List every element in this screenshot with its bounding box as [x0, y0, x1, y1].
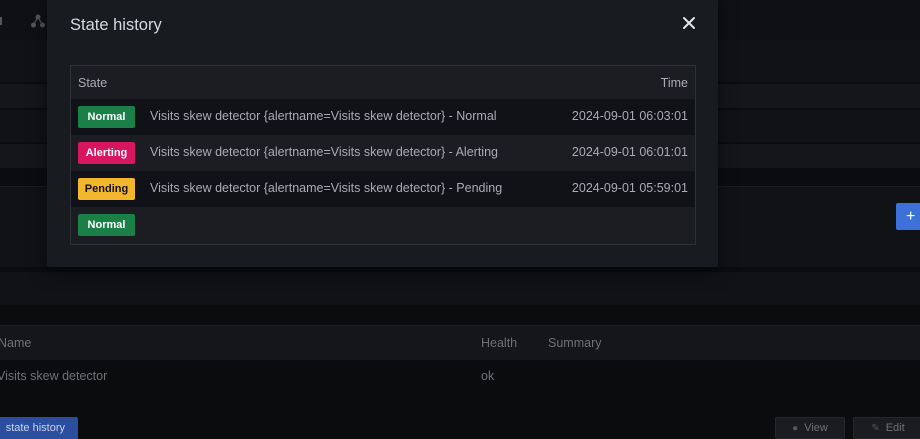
state-badge-normal: Normal: [78, 106, 135, 128]
background-band: [0, 272, 920, 305]
state-column-header: State: [78, 76, 108, 90]
modal-title: State history: [70, 16, 162, 34]
column-health-header: Health: [481, 336, 518, 350]
state-description: Visits skew detector {alertname=Visits s…: [150, 181, 503, 195]
state-timestamp: 2024-09-01 06:01:01: [571, 145, 688, 159]
close-icon: [683, 17, 695, 29]
rule-name[interactable]: Visits skew detector: [0, 369, 107, 383]
state-history-button[interactable]: state history: [0, 417, 78, 439]
rule-health: ok: [481, 369, 495, 383]
add-button[interactable]: +: [896, 203, 920, 230]
time-column-header: Time: [660, 76, 688, 90]
edit-label: Edit: [885, 422, 905, 434]
view-label: View: [804, 422, 828, 434]
state-timestamp: 2024-09-01 06:03:01: [571, 109, 688, 123]
state-history-modal: State history State Time Normal Visits s…: [47, 0, 718, 267]
state-badge-pending: Pending: [78, 178, 135, 200]
table-row: Normal Visits skew detector {alertname=V…: [71, 99, 695, 135]
pen-icon: ✎: [871, 423, 880, 434]
table-row: Normal: [71, 207, 695, 243]
state-description: Visits skew detector {alertname=Visits s…: [150, 145, 498, 159]
table-row: Pending Visits skew detector {alertname=…: [71, 171, 695, 207]
state-badge-normal: Normal: [78, 214, 135, 236]
state-timestamp: 2024-09-01 05:59:01: [571, 181, 688, 195]
list-header-row: [0, 326, 920, 360]
nodes-icon[interactable]: [31, 14, 45, 28]
column-summary-header: Summary: [548, 336, 602, 350]
table-row: Alerting Visits skew detector {alertname…: [71, 135, 695, 171]
state-history-table: State Time Normal Visits skew detector {…: [70, 65, 696, 245]
view-button[interactable]: ● View: [775, 417, 845, 439]
state-description: Visits skew detector {alertname=Visits s…: [150, 109, 497, 123]
close-button[interactable]: [680, 14, 698, 32]
nav-icon[interactable]: [0, 14, 10, 28]
state-badge-alerting: Alerting: [78, 142, 135, 164]
eye-icon: ●: [792, 423, 799, 434]
edit-button[interactable]: ✎ Edit: [853, 417, 920, 439]
column-name-header: Name: [0, 336, 32, 350]
